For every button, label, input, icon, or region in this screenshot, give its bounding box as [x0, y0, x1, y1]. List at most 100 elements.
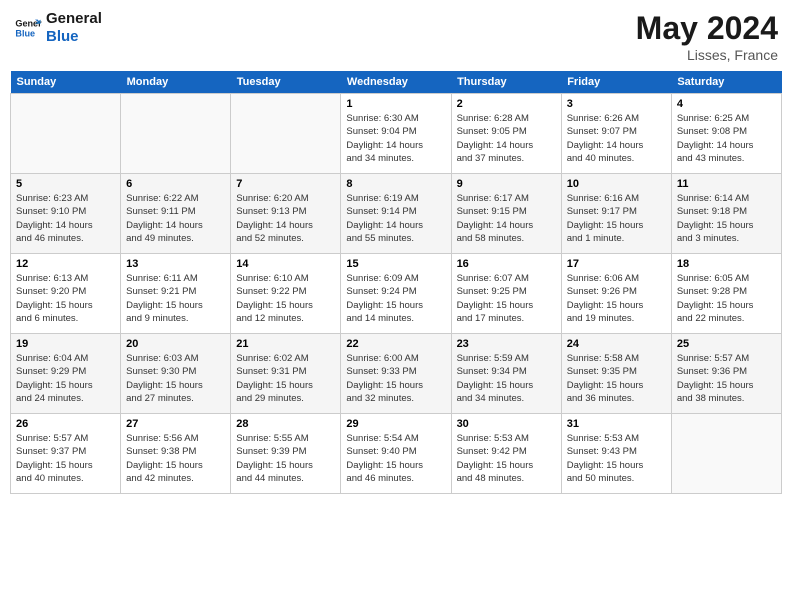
calendar-cell: 27Sunrise: 5:56 AMSunset: 9:38 PMDayligh…: [121, 414, 231, 494]
calendar-cell: 4Sunrise: 6:25 AMSunset: 9:08 PMDaylight…: [671, 94, 781, 174]
day-number: 26: [16, 418, 115, 430]
calendar-cell: 21 Sunrise: 6:02 AMSunset: 9:31 PMDayligh…: [231, 334, 341, 414]
calendar-cell: 10 Sunrise: 6:16 AMSunset: 9:17 PMDayligh…: [561, 174, 671, 254]
day-number: 3: [567, 98, 666, 110]
title-block: May 2024 Lisses, France: [636, 10, 778, 63]
day-info: Sunrise: 6:11 AMSunset: 9:21 PMDaylight:…: [126, 272, 225, 325]
calendar-week-1: 1Sunrise: 6:30 AMSunset: 9:04 PMDaylight…: [11, 94, 782, 174]
calendar-cell: 24 Sunrise: 5:58 AMSunset: 9:35 PMDayligh…: [561, 334, 671, 414]
calendar-cell: 31Sunrise: 5:53 AMSunset: 9:43 PMDayligh…: [561, 414, 671, 494]
day-info: Sunrise: 6:30 AMSunset: 9:04 PMDaylight:…: [346, 112, 445, 165]
day-info: Sunrise: 6:05 AMSunset: 9:28 PMDaylight:…: [677, 272, 776, 325]
calendar-cell: 29 Sunrise: 5:54 AMSunset: 9:40 PMDayligh…: [341, 414, 451, 494]
day-number: 7: [236, 178, 335, 190]
calendar-cell: 9 Sunrise: 6:17 AMSunset: 9:15 PMDaylight…: [451, 174, 561, 254]
calendar-cell: [121, 94, 231, 174]
svg-text:Blue: Blue: [15, 28, 35, 38]
day-number: 19: [16, 338, 115, 350]
calendar-cell: [671, 414, 781, 494]
day-number: 29: [346, 418, 445, 430]
day-number: 11: [677, 178, 776, 190]
day-number: 30: [457, 418, 556, 430]
logo-general: General: [46, 10, 102, 28]
calendar-cell: 13Sunrise: 6:11 AMSunset: 9:21 PMDayligh…: [121, 254, 231, 334]
weekday-header-row: SundayMondayTuesdayWednesdayThursdayFrid…: [11, 71, 782, 94]
day-number: 16: [457, 258, 556, 270]
day-number: 31: [567, 418, 666, 430]
month-year: May 2024: [636, 10, 778, 47]
day-number: 10: [567, 178, 666, 190]
day-info: Sunrise: 5:58 AMSunset: 9:35 PMDaylight:…: [567, 352, 666, 405]
weekday-header-tuesday: Tuesday: [231, 71, 341, 94]
day-info: Sunrise: 6:23 AMSunset: 9:10 PMDaylight:…: [16, 192, 115, 245]
day-number: 15: [346, 258, 445, 270]
weekday-header-monday: Monday: [121, 71, 231, 94]
calendar-cell: 19 Sunrise: 6:04 AMSunset: 9:29 PMDayligh…: [11, 334, 121, 414]
day-info: Sunrise: 6:14 AMSunset: 9:18 PMDaylight:…: [677, 192, 776, 245]
calendar-cell: 1Sunrise: 6:30 AMSunset: 9:04 PMDaylight…: [341, 94, 451, 174]
day-number: 27: [126, 418, 225, 430]
weekday-header-friday: Friday: [561, 71, 671, 94]
day-number: 8: [346, 178, 445, 190]
calendar-cell: 12 Sunrise: 6:13 AMSunset: 9:20 PMDayligh…: [11, 254, 121, 334]
calendar-cell: 15 Sunrise: 6:09 AMSunset: 9:24 PMDayligh…: [341, 254, 451, 334]
day-info: Sunrise: 6:09 AMSunset: 9:24 PMDaylight:…: [346, 272, 445, 325]
calendar-cell: 25 Sunrise: 5:57 AMSunset: 9:36 PMDayligh…: [671, 334, 781, 414]
calendar-cell: 26Sunrise: 5:57 AMSunset: 9:37 PMDayligh…: [11, 414, 121, 494]
day-number: 9: [457, 178, 556, 190]
calendar-cell: 14 Sunrise: 6:10 AMSunset: 9:22 PMDayligh…: [231, 254, 341, 334]
logo: General Blue General Blue: [14, 10, 102, 46]
day-number: 23: [457, 338, 556, 350]
calendar-cell: 5 Sunrise: 6:23 AMSunset: 9:10 PMDaylight…: [11, 174, 121, 254]
calendar-week-2: 5 Sunrise: 6:23 AMSunset: 9:10 PMDaylight…: [11, 174, 782, 254]
day-info: Sunrise: 6:07 AMSunset: 9:25 PMDaylight:…: [457, 272, 556, 325]
calendar-cell: 6Sunrise: 6:22 AMSunset: 9:11 PMDaylight…: [121, 174, 231, 254]
day-info: Sunrise: 6:13 AMSunset: 9:20 PMDaylight:…: [16, 272, 115, 325]
logo-blue: Blue: [46, 28, 102, 46]
calendar-cell: 17Sunrise: 6:06 AMSunset: 9:26 PMDayligh…: [561, 254, 671, 334]
weekday-header-sunday: Sunday: [11, 71, 121, 94]
day-info: Sunrise: 6:02 AMSunset: 9:31 PMDaylight:…: [236, 352, 335, 405]
calendar-cell: 16 Sunrise: 6:07 AMSunset: 9:25 PMDayligh…: [451, 254, 561, 334]
day-number: 17: [567, 258, 666, 270]
day-info: Sunrise: 5:57 AMSunset: 9:36 PMDaylight:…: [677, 352, 776, 405]
calendar-cell: [231, 94, 341, 174]
calendar-week-5: 26Sunrise: 5:57 AMSunset: 9:37 PMDayligh…: [11, 414, 782, 494]
day-info: Sunrise: 5:59 AMSunset: 9:34 PMDaylight:…: [457, 352, 556, 405]
day-info: Sunrise: 6:10 AMSunset: 9:22 PMDaylight:…: [236, 272, 335, 325]
calendar-cell: 30 Sunrise: 5:53 AMSunset: 9:42 PMDayligh…: [451, 414, 561, 494]
logo-icon: General Blue: [14, 14, 42, 42]
calendar-cell: 8 Sunrise: 6:19 AMSunset: 9:14 PMDaylight…: [341, 174, 451, 254]
day-number: 12: [16, 258, 115, 270]
day-number: 22: [346, 338, 445, 350]
weekday-header-saturday: Saturday: [671, 71, 781, 94]
calendar-cell: 7 Sunrise: 6:20 AMSunset: 9:13 PMDaylight…: [231, 174, 341, 254]
header: General Blue General Blue May 2024 Lisse…: [10, 10, 782, 63]
day-info: Sunrise: 6:03 AMSunset: 9:30 PMDaylight:…: [126, 352, 225, 405]
day-number: 25: [677, 338, 776, 350]
day-info: Sunrise: 6:17 AMSunset: 9:15 PMDaylight:…: [457, 192, 556, 245]
day-number: 14: [236, 258, 335, 270]
day-number: 2: [457, 98, 556, 110]
weekday-header-thursday: Thursday: [451, 71, 561, 94]
calendar-cell: 20 Sunrise: 6:03 AMSunset: 9:30 PMDayligh…: [121, 334, 231, 414]
calendar-table: SundayMondayTuesdayWednesdayThursdayFrid…: [10, 71, 782, 494]
day-info: Sunrise: 6:26 AMSunset: 9:07 PMDaylight:…: [567, 112, 666, 165]
day-info: Sunrise: 6:04 AMSunset: 9:29 PMDaylight:…: [16, 352, 115, 405]
calendar-cell: 28Sunrise: 5:55 AMSunset: 9:39 PMDayligh…: [231, 414, 341, 494]
day-info: Sunrise: 5:53 AMSunset: 9:42 PMDaylight:…: [457, 432, 556, 485]
day-number: 4: [677, 98, 776, 110]
day-number: 5: [16, 178, 115, 190]
day-number: 21: [236, 338, 335, 350]
day-info: Sunrise: 5:54 AMSunset: 9:40 PMDaylight:…: [346, 432, 445, 485]
day-number: 20: [126, 338, 225, 350]
day-info: Sunrise: 6:00 AMSunset: 9:33 PMDaylight:…: [346, 352, 445, 405]
day-number: 18: [677, 258, 776, 270]
day-info: Sunrise: 6:16 AMSunset: 9:17 PMDaylight:…: [567, 192, 666, 245]
location: Lisses, France: [636, 47, 778, 63]
day-info: Sunrise: 6:20 AMSunset: 9:13 PMDaylight:…: [236, 192, 335, 245]
calendar-cell: 11 Sunrise: 6:14 AMSunset: 9:18 PMDayligh…: [671, 174, 781, 254]
day-number: 24: [567, 338, 666, 350]
day-info: Sunrise: 6:22 AMSunset: 9:11 PMDaylight:…: [126, 192, 225, 245]
day-info: Sunrise: 6:19 AMSunset: 9:14 PMDaylight:…: [346, 192, 445, 245]
